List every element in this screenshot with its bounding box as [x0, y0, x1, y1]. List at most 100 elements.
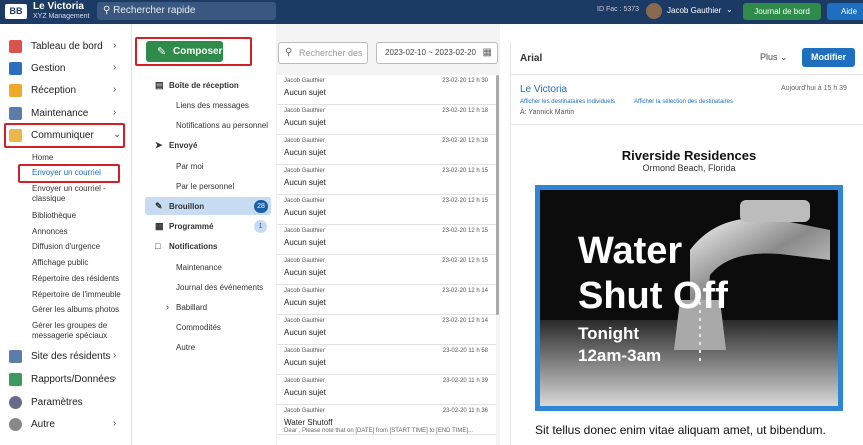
- message-subject: Aucun sujet: [284, 178, 326, 187]
- message-row[interactable]: Jacob Gauthier 23-02-20 12 h 15 Aucun suje…: [277, 195, 496, 225]
- sub-home[interactable]: Home: [32, 153, 132, 163]
- logo[interactable]: BB: [5, 4, 27, 19]
- message-search-input[interactable]: ⚲ Rechercher des: [278, 42, 368, 64]
- folder-bulletin[interactable]: › Babillard: [166, 302, 208, 312]
- message-row[interactable]: Jacob Gauthier 23-02-20 11 h 36 Water Shut…: [277, 405, 496, 435]
- message-subject: Aucun sujet: [284, 208, 326, 217]
- sub-emergency[interactable]: Diffusion d'urgence: [32, 242, 132, 252]
- avatar[interactable]: [646, 3, 662, 19]
- message-row[interactable]: Jacob Gauthier 23-02-20 11 h 58 Aucun suje…: [277, 345, 496, 375]
- font-selector[interactable]: Arial: [520, 53, 542, 64]
- message-row[interactable]: Jacob Gauthier 23-02-20 12 h 14 Aucun suje…: [277, 315, 496, 345]
- folder-amenities[interactable]: Commodités: [176, 323, 221, 332]
- folder-label: Liens des messages: [176, 101, 249, 110]
- folder-other[interactable]: Autre: [176, 343, 195, 352]
- folder-message-links[interactable]: Liens des messages: [176, 101, 249, 110]
- folder-label: Par le personnel: [176, 182, 235, 191]
- folder-by-me[interactable]: Par moi: [176, 162, 204, 171]
- folder-label: Notifications: [169, 242, 218, 251]
- message-sender: Jacob Gauthier: [284, 348, 325, 354]
- message-row[interactable]: Jacob Gauthier 23-02-20 12 h 30 Aucun suje…: [277, 75, 496, 105]
- folder-label: Babillard: [176, 303, 208, 312]
- chevron-down-icon[interactable]: ⌄: [726, 5, 733, 14]
- message-date: 23-02-20 12 h 15: [442, 168, 488, 174]
- message-sender: Jacob Gauthier: [284, 78, 325, 84]
- folder-notifications[interactable]: □ Notifications: [155, 241, 218, 251]
- message-row[interactable]: Jacob Gauthier 23-02-20 12 h 15 Aucun suje…: [277, 225, 496, 255]
- help-button[interactable]: Aide: [827, 3, 863, 20]
- message-sender: Jacob Gauthier: [284, 318, 325, 324]
- nav-settings[interactable]: Paramètres: [0, 393, 132, 413]
- folder-by-staff[interactable]: Par le personnel: [176, 182, 234, 191]
- nav-label: Paramètres: [31, 397, 83, 408]
- dashboard-button[interactable]: Journal de bord: [743, 3, 821, 20]
- sub-send-email[interactable]: Envoyer un courriel: [32, 168, 132, 178]
- nav-resident-site[interactable]: Site des résidents ›: [0, 347, 132, 367]
- sub-building-directory[interactable]: Répertoire de l'immeuble: [32, 290, 132, 300]
- message-subject: Aucun sujet: [284, 148, 326, 157]
- folder-staff-notifications[interactable]: Notifications au personnel: [176, 121, 268, 130]
- sub-special-groups[interactable]: Gérer les groupes de messagerie spéciaux: [32, 321, 112, 341]
- sub-public-display[interactable]: Affichage public: [32, 258, 132, 268]
- message-row[interactable]: Jacob Gauthier 23-02-20 12 h 15 Aucun suje…: [277, 165, 496, 195]
- id-fac: ID Fac : 5373: [597, 6, 640, 13]
- folder-event-log[interactable]: Journal des événements: [176, 283, 263, 292]
- inbox-icon: ▤: [155, 80, 164, 90]
- nav-label: Maintenance: [31, 108, 89, 119]
- sub-resident-directory[interactable]: Répertoire des résidents: [32, 274, 132, 284]
- message-date: 23-02-20 12 h 15: [442, 228, 488, 234]
- sub-announcements[interactable]: Annonces: [32, 227, 132, 237]
- send-icon: ➤: [155, 140, 163, 150]
- more-menu[interactable]: Plus ⌄: [760, 52, 788, 63]
- chevron-right-icon: ›: [113, 350, 117, 361]
- message-sender: Jacob Gauthier: [284, 378, 325, 384]
- nav-dashboard[interactable]: Tableau de bord ›: [0, 37, 132, 57]
- show-individual-recipients-link[interactable]: Afficher les destinataires individuels: [520, 99, 615, 105]
- chevron-right-icon: ›: [113, 84, 117, 95]
- nav-gestion[interactable]: Gestion ›: [0, 59, 132, 79]
- folder-label: Boîte de réception: [169, 81, 239, 90]
- folder-drafts[interactable]: ✎ Brouillon: [155, 201, 204, 211]
- quick-search-label: Rechercher rapide: [113, 5, 196, 16]
- folder-sent[interactable]: ➤ Envoyé: [155, 140, 197, 150]
- message-date: 23-02-20 12 h 14: [442, 288, 488, 294]
- sub-library[interactable]: Bibliothèque: [32, 211, 132, 221]
- message-sender: Jacob Gauthier: [284, 408, 325, 414]
- message-row[interactable]: Jacob Gauthier 23-02-20 12 h 15 Aucun suje…: [277, 255, 496, 285]
- building-icon: [9, 62, 22, 75]
- message-list-scrollbar[interactable]: [496, 75, 499, 315]
- modify-button[interactable]: Modifier: [802, 48, 855, 67]
- message-row[interactable]: Jacob Gauthier 23-02-20 12 h 14 Aucun suje…: [277, 285, 496, 315]
- nav-other[interactable]: Autre ›: [0, 415, 132, 435]
- folder-maintenance[interactable]: Maintenance: [176, 263, 222, 272]
- chevron-right-icon: ›: [113, 40, 117, 51]
- chevron-right-icon: ›: [113, 62, 117, 73]
- folder-scheduled[interactable]: ▦ Programmé: [155, 221, 214, 231]
- message-sender: Jacob Gauthier: [284, 258, 325, 264]
- nav-reception[interactable]: Réception ›: [0, 81, 132, 101]
- search-icon: ⚲: [103, 5, 111, 16]
- monitor-icon: [9, 350, 22, 363]
- chevron-down-icon: ⌄: [113, 129, 122, 140]
- sub-photo-albums[interactable]: Gérer les albums photos: [32, 305, 132, 315]
- folder-inbox[interactable]: ▤ Boîte de réception: [155, 80, 239, 90]
- message-sender: Jacob Gauthier: [284, 168, 325, 174]
- message-row[interactable]: Jacob Gauthier 23-02-20 12 h 18 Aucun suje…: [277, 105, 496, 135]
- preview-recipient: À: Yannick Martin: [520, 109, 575, 116]
- chart-icon: [9, 373, 22, 386]
- compose-label: Composer: [173, 46, 223, 57]
- date-range-picker[interactable]: 2023-02-10 ~ 2023-02-20 ▦: [376, 42, 498, 64]
- sub-send-email-classic[interactable]: Envoyer un courriel - classique: [32, 184, 112, 204]
- user-name[interactable]: Jacob Gauthier: [667, 6, 721, 15]
- message-row[interactable]: Jacob Gauthier 23-02-20 11 h 39 Aucun suje…: [277, 375, 496, 405]
- nav-reports[interactable]: Rapports/Données ›: [0, 370, 132, 390]
- folder-label: Programmé: [169, 222, 214, 231]
- message-row[interactable]: Jacob Gauthier 23-02-20 12 h 18 Aucun suje…: [277, 135, 496, 165]
- nav-communiquer[interactable]: Communiquer ⌄: [0, 126, 132, 146]
- show-recipient-selection-link[interactable]: Afficher la sélection des destinataires: [634, 99, 733, 105]
- quick-search[interactable]: ⚲ Rechercher rapide: [97, 2, 276, 20]
- calendar-icon: ▦: [482, 47, 492, 58]
- message-sender: Jacob Gauthier: [284, 228, 325, 234]
- chat-icon: □: [155, 241, 161, 251]
- nav-maintenance[interactable]: Maintenance ›: [0, 104, 132, 124]
